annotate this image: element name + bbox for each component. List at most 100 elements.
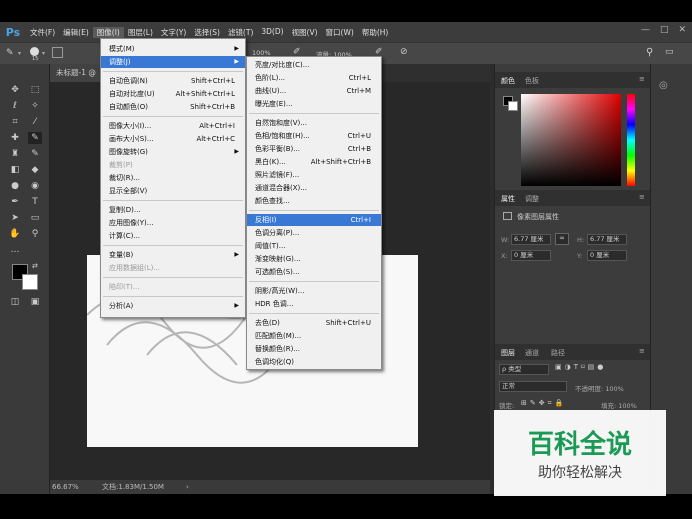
image-menu-item[interactable]: 画布大小(S)... Alt+Ctrl+C bbox=[101, 133, 245, 145]
workspace-icon[interactable]: ▭ bbox=[665, 47, 674, 57]
x-field[interactable]: 0 厘米 bbox=[511, 250, 551, 261]
restore-button[interactable]: □ bbox=[660, 25, 669, 35]
panel-menu-icon[interactable]: ≡ bbox=[639, 347, 645, 355]
pen-tool-icon[interactable]: ✒ bbox=[8, 196, 22, 208]
menu-10[interactable]: 帮助(H) bbox=[358, 27, 393, 38]
adjust-menu-item[interactable]: 去色(D) Shift+Ctrl+U bbox=[247, 317, 381, 329]
pressure-icon[interactable]: ⊘ bbox=[400, 47, 408, 57]
adjust-menu-item[interactable]: 颜色查找... bbox=[247, 195, 381, 207]
menu-3[interactable]: 图层(L) bbox=[124, 27, 157, 38]
menu-2[interactable]: 图像(I) bbox=[92, 26, 124, 38]
image-menu-item[interactable]: 裁切(R)... bbox=[101, 172, 245, 184]
lasso-tool-icon[interactable]: ℓ bbox=[8, 100, 22, 112]
adjust-menu-item[interactable]: 替换颜色(R)... bbox=[247, 343, 381, 355]
document-tab[interactable]: 未标题-1 @ bbox=[50, 64, 102, 82]
image-menu-item[interactable]: 图像旋转(G) ▶ bbox=[101, 146, 245, 158]
tab-paths[interactable]: 路径 bbox=[551, 348, 565, 358]
brush-panel-icon[interactable] bbox=[52, 47, 63, 58]
swap-colors-icon[interactable]: ⇄ bbox=[32, 262, 38, 270]
dodge-tool-icon[interactable]: ◉ bbox=[28, 180, 42, 192]
menu-0[interactable]: 文件(F) bbox=[26, 27, 59, 38]
adjust-menu-item[interactable]: 色相/饱和度(H)... Ctrl+U bbox=[247, 130, 381, 142]
adjust-menu-item[interactable]: 色调分离(P)... bbox=[247, 227, 381, 239]
adjust-menu-item[interactable]: 色阶(L)... Ctrl+L bbox=[247, 72, 381, 84]
fill-field[interactable]: 填充: 100% bbox=[601, 400, 637, 410]
eyedropper-icon[interactable]: ⁄ bbox=[28, 116, 42, 128]
marquee-tool-icon[interactable]: ⬚ bbox=[28, 84, 42, 96]
adjust-menu-item[interactable]: 亮度/对比度(C)... bbox=[247, 59, 381, 71]
image-menu-item[interactable]: 调整(J) ▶ bbox=[101, 56, 245, 68]
adjust-menu-item[interactable]: 渐变映射(G)... bbox=[247, 253, 381, 265]
path-select-icon[interactable]: ➤ bbox=[8, 212, 22, 224]
image-menu-item[interactable]: 应用数据组(L)... bbox=[101, 262, 245, 274]
menu-9[interactable]: 窗口(W) bbox=[322, 27, 358, 38]
close-button[interactable]: ✕ bbox=[678, 25, 686, 35]
adjust-menu-item[interactable]: 通道混合器(X)... bbox=[247, 182, 381, 194]
adjust-menu-item[interactable]: 曲线(U)... Ctrl+M bbox=[247, 85, 381, 97]
layer-filter-icons[interactable]: ▣◑T⌑▤● bbox=[555, 363, 606, 371]
brush-tool-icon[interactable]: ✎ bbox=[6, 48, 14, 58]
blur-tool-icon[interactable]: ● bbox=[8, 180, 22, 192]
y-field[interactable]: 0 厘米 bbox=[587, 250, 627, 261]
image-menu-item[interactable]: 计算(C)... bbox=[101, 230, 245, 242]
minimize-button[interactable]: — bbox=[641, 25, 650, 35]
tab-adjustments[interactable]: 调整 bbox=[525, 194, 539, 204]
type-tool-icon[interactable]: T bbox=[28, 196, 42, 208]
width-field[interactable]: 6.77 厘米 bbox=[511, 234, 551, 245]
adjust-menu-item[interactable]: 曝光度(E)... bbox=[247, 98, 381, 110]
tab-color[interactable]: 颜色 bbox=[501, 76, 515, 86]
adjust-menu-item[interactable]: 匹配颜色(M)... bbox=[247, 330, 381, 342]
menu-5[interactable]: 选择(S) bbox=[190, 27, 224, 38]
eraser-tool-icon[interactable]: ◧ bbox=[8, 164, 22, 176]
image-menu-item[interactable]: 陷印(T)... bbox=[101, 281, 245, 293]
adjust-menu-item[interactable]: 阈值(T)... bbox=[247, 240, 381, 252]
screen-mode-icon[interactable]: ▣ bbox=[28, 296, 42, 308]
tab-swatches[interactable]: 色板 bbox=[525, 76, 539, 86]
chevron-down-icon[interactable]: ▾ bbox=[42, 50, 45, 57]
link-icon[interactable]: ∞ bbox=[555, 233, 569, 245]
history-brush-icon[interactable]: ✎ bbox=[28, 148, 42, 160]
tab-properties[interactable]: 属性 bbox=[501, 194, 515, 204]
menu-8[interactable]: 视图(V) bbox=[288, 27, 322, 38]
brush-tool-icon[interactable]: ✎ bbox=[28, 132, 42, 144]
libraries-icon[interactable]: ◎ bbox=[659, 80, 668, 91]
zoom-tool-icon[interactable]: ⚲ bbox=[28, 228, 42, 240]
more-tools-icon[interactable]: … bbox=[8, 244, 22, 256]
adjust-menu-item[interactable]: 自然饱和度(V)... bbox=[247, 117, 381, 129]
image-menu-item[interactable]: 应用图像(Y)... bbox=[101, 217, 245, 229]
adjust-menu-item[interactable]: 反相(I) Ctrl+I bbox=[247, 214, 381, 226]
panel-background-swatch[interactable] bbox=[508, 101, 518, 111]
adjust-menu-item[interactable]: HDR 色调... bbox=[247, 298, 381, 310]
menu-6[interactable]: 滤镜(T) bbox=[224, 27, 257, 38]
color-field[interactable] bbox=[521, 94, 621, 186]
adjust-menu-item[interactable]: 阴影/高光(W)... bbox=[247, 285, 381, 297]
crop-tool-icon[interactable]: ⌗ bbox=[8, 116, 22, 128]
adjust-menu-item[interactable]: 色彩平衡(B)... Ctrl+B bbox=[247, 143, 381, 155]
image-menu-item[interactable]: 显示全部(V) bbox=[101, 185, 245, 197]
adjust-menu-item[interactable]: 色调均化(Q) bbox=[247, 356, 381, 368]
menu-1[interactable]: 编辑(E) bbox=[59, 27, 93, 38]
panel-menu-icon[interactable]: ≡ bbox=[639, 75, 645, 83]
blend-mode-select[interactable]: 正常 bbox=[499, 381, 567, 392]
image-menu-item[interactable]: 分析(A) ▶ bbox=[101, 300, 245, 312]
height-field[interactable]: 6.77 厘米 bbox=[587, 234, 627, 245]
opacity-field[interactable]: 不透明度: 100% bbox=[575, 383, 624, 393]
rectangle-tool-icon[interactable]: ▭ bbox=[28, 212, 42, 224]
background-color-swatch[interactable] bbox=[22, 274, 38, 290]
status-arrow-icon[interactable]: › bbox=[186, 480, 189, 494]
tab-channels[interactable]: 通道 bbox=[525, 348, 539, 358]
chevron-down-icon[interactable]: ▾ bbox=[18, 50, 21, 57]
adjust-menu-item[interactable]: 黑白(K)... Alt+Shift+Ctrl+B bbox=[247, 156, 381, 168]
menu-4[interactable]: 文字(Y) bbox=[157, 27, 190, 38]
image-menu-item[interactable]: 自动颜色(O) Shift+Ctrl+B bbox=[101, 101, 245, 113]
panel-menu-icon[interactable]: ≡ bbox=[639, 193, 645, 201]
adjust-menu-item[interactable]: 照片滤镜(F)... bbox=[247, 169, 381, 181]
tab-layers[interactable]: 图层 bbox=[501, 348, 515, 358]
hue-slider[interactable] bbox=[627, 94, 635, 186]
adjust-menu-item[interactable]: 可选颜色(S)... bbox=[247, 266, 381, 278]
menu-7[interactable]: 3D(D) bbox=[257, 27, 287, 38]
brush-preset-icon[interactable] bbox=[30, 47, 39, 56]
image-menu-item[interactable]: 模式(M) ▶ bbox=[101, 43, 245, 55]
magic-wand-icon[interactable]: ✧ bbox=[28, 100, 42, 112]
lock-icons[interactable]: ⊞✎✥⌗🔒 bbox=[521, 399, 566, 408]
